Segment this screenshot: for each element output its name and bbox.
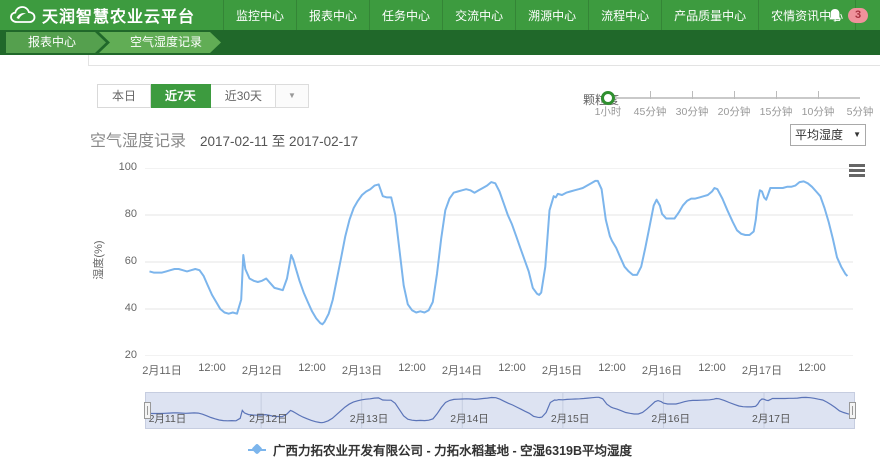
notification-badge[interactable]: 3 [848, 8, 868, 23]
navigator-day-2月15日: 2月15日 [551, 411, 590, 426]
navigator-right-handle[interactable] [849, 402, 856, 419]
breadcrumb-item-report-center[interactable]: 报表中心 [6, 32, 106, 53]
nav-right: 3 [828, 0, 868, 30]
nav-item-任务中心[interactable]: 任务中心 [369, 0, 442, 30]
legend-marker-icon [248, 445, 266, 454]
metric-select-value: 平均湿度 [795, 125, 843, 145]
navigator-day-2月14日: 2月14日 [450, 411, 489, 426]
nav-item-溯源中心[interactable]: 溯源中心 [515, 0, 588, 30]
cloud-leaf-icon [10, 6, 36, 24]
slider-option-20分钟[interactable]: 20分钟 [712, 104, 756, 119]
navigator-day-2月13日: 2月13日 [350, 411, 389, 426]
nav-item-监控中心[interactable]: 监控中心 [223, 0, 296, 30]
y-tick-40: 40 [103, 302, 137, 314]
brand-title: 天润智慧农业云平台 [42, 3, 195, 27]
breadcrumb: 报表中心 空气湿度记录 [0, 30, 880, 55]
nav-item-报表中心[interactable]: 报表中心 [296, 0, 369, 30]
nav-item-交流中心[interactable]: 交流中心 [442, 0, 515, 30]
date-range-button-group: 本日近7天近30天 [97, 84, 277, 108]
brand-logo[interactable]: 天润智慧农业云平台 [0, 3, 195, 27]
range-button-近30天[interactable]: 近30天 [211, 84, 277, 108]
slider-tick-45分钟[interactable] [650, 91, 651, 99]
legend-label: 广西力拓农业开发有限公司 - 力拓水稻基地 - 空湿6319B平均湿度 [273, 440, 632, 459]
humidity-series-line [150, 181, 848, 324]
slider-option-45分钟[interactable]: 45分钟 [628, 104, 672, 119]
panel-left-border [88, 55, 89, 66]
y-tick-60: 60 [103, 255, 137, 267]
slider-tick-20分钟[interactable] [734, 91, 735, 99]
top-navbar: 天润智慧农业云平台 监控中心报表中心任务中心交流中心溯源中心流程中心产品质量中心… [0, 0, 880, 30]
nav-item-流程中心[interactable]: 流程中心 [588, 0, 661, 30]
export-menu-icon[interactable] [849, 164, 865, 179]
navigator-day-2月16日: 2月16日 [651, 411, 690, 426]
page-title: 空气湿度记录 [90, 127, 186, 151]
range-button-近7天[interactable]: 近7天 [151, 84, 211, 108]
slider-option-30分钟[interactable]: 30分钟 [670, 104, 714, 119]
navigator-left-handle[interactable] [144, 402, 151, 419]
x-tick-12:00: 12:00 [782, 362, 842, 374]
nav-menu: 监控中心报表中心任务中心交流中心溯源中心流程中心产品质量中心农情资讯中心 [223, 0, 856, 30]
slider-option-1小时[interactable]: 1小时 [586, 104, 630, 119]
navigator-day-2月17日: 2月17日 [752, 411, 791, 426]
slider-tick-10分钟[interactable] [818, 91, 819, 99]
y-tick-100: 100 [103, 161, 137, 173]
slider-option-5分钟[interactable]: 5分钟 [838, 104, 880, 119]
chevron-down-icon: ▼ [288, 91, 296, 100]
breadcrumb-item-air-humidity[interactable]: 空气湿度记录 [99, 32, 221, 53]
chart-legend[interactable]: 广西力拓农业开发有限公司 - 力拓水稻基地 - 空湿6319B平均湿度 [0, 440, 880, 459]
granularity-slider-handle[interactable] [601, 91, 615, 105]
navigator-day-2月11日: 2月11日 [149, 411, 187, 426]
air-humidity-report-page: 天润智慧农业云平台 监控中心报表中心任务中心交流中心溯源中心流程中心产品质量中心… [0, 0, 880, 465]
range-button-本日[interactable]: 本日 [97, 84, 151, 108]
metric-select[interactable]: 平均湿度 ▼ [790, 124, 866, 146]
slider-option-10分钟[interactable]: 10分钟 [796, 104, 840, 119]
nav-item-产品质量中心[interactable]: 产品质量中心 [661, 0, 758, 30]
humidity-line-chart[interactable] [145, 168, 853, 356]
slider-option-15分钟[interactable]: 15分钟 [754, 104, 798, 119]
date-range-text: 2017-02-11 至 2017-02-17 [200, 130, 358, 150]
chart-navigator[interactable]: 2月11日 2月12日 2月13日 2月14日 2月15日 2月16日 2月17日 [145, 392, 855, 429]
slider-tick-15分钟[interactable] [776, 91, 777, 99]
panel-top-border [88, 65, 880, 66]
y-tick-80: 80 [103, 208, 137, 220]
select-arrow-icon: ▼ [853, 125, 861, 145]
slider-tick-30分钟[interactable] [692, 91, 693, 99]
navigator-day-2月12日: 2月12日 [249, 411, 288, 426]
range-dropdown-button[interactable]: ▼ [275, 84, 309, 108]
y-tick-20: 20 [103, 349, 137, 361]
bell-icon[interactable] [828, 8, 842, 23]
